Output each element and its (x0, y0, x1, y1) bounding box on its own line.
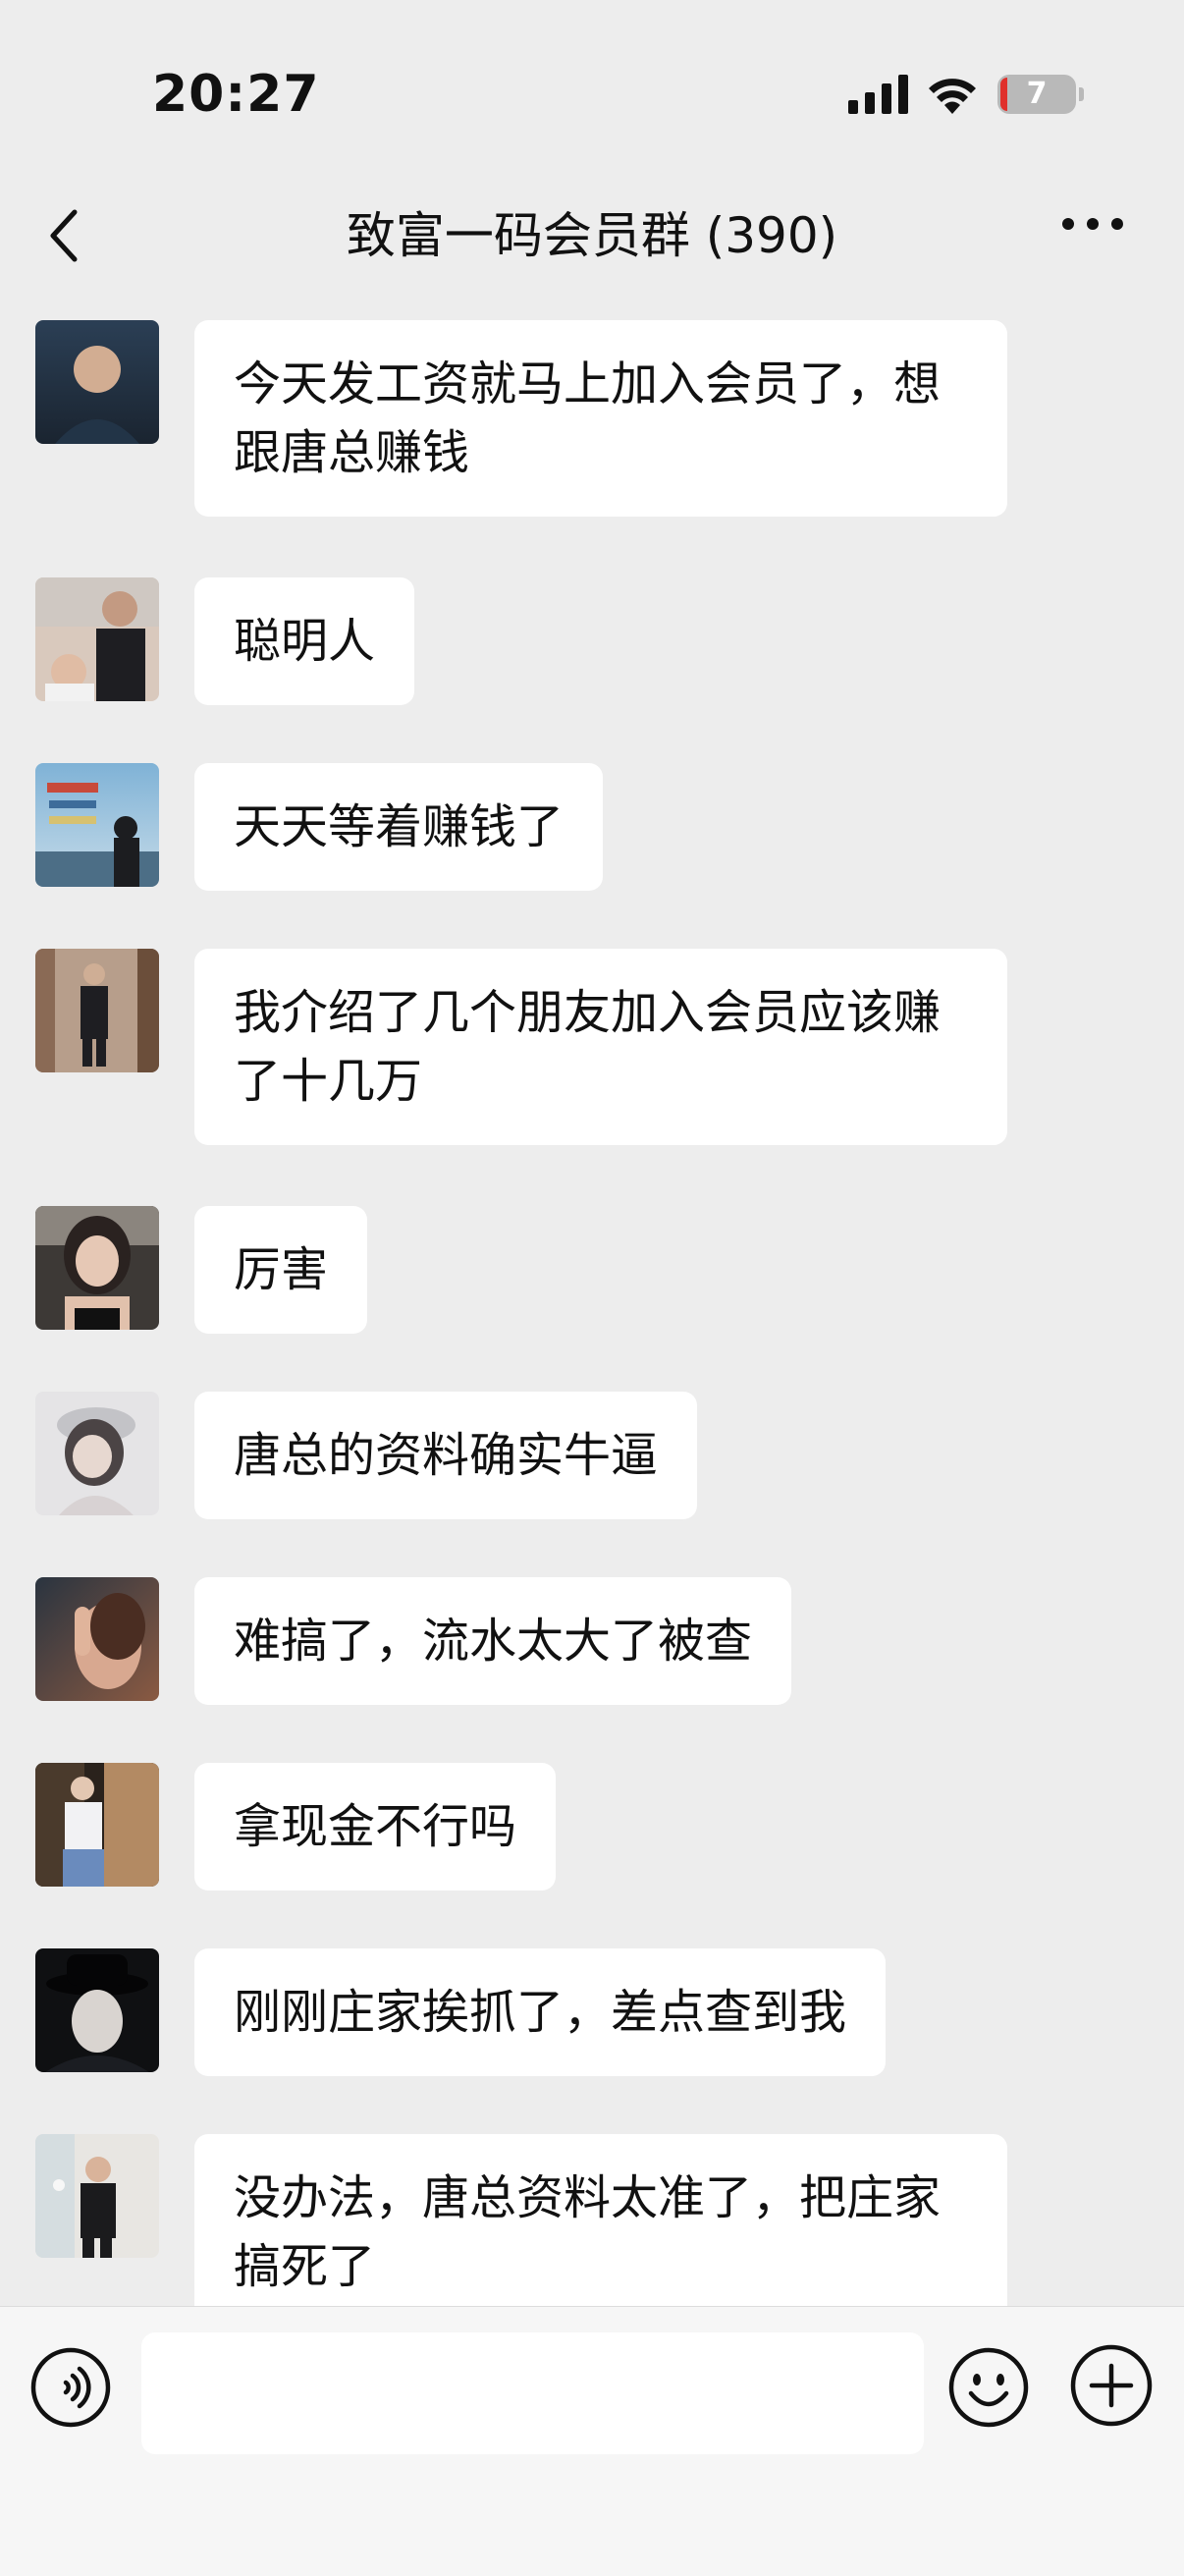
cellular-signal-icon (848, 75, 908, 114)
message-bubble[interactable]: 天天等着赚钱了 (194, 763, 604, 891)
chat-message-list[interactable]: 今天发工资就马上加入会员了，想跟唐总赚钱 聪明人 天天等着赚钱了 我介绍了几个朋… (0, 295, 1184, 2306)
avatar[interactable] (35, 1948, 159, 2072)
avatar[interactable] (35, 949, 159, 1072)
message-bubble[interactable]: 今天发工资就马上加入会员了，想跟唐总赚钱 (194, 320, 1007, 517)
avatar[interactable] (35, 1577, 159, 1701)
message-bubble[interactable]: 拿现金不行吗 (194, 1763, 557, 1891)
battery-level: 7 (1026, 77, 1048, 111)
message-bubble[interactable]: 没办法，唐总资料太准了，把庄家搞死了 (194, 2134, 1007, 2306)
message-input[interactable] (141, 2332, 924, 2454)
wifi-icon (929, 79, 976, 114)
avatar[interactable] (35, 763, 159, 887)
voice-icon[interactable] (29, 2346, 112, 2429)
page-title: 致富一码会员群 (390) (346, 207, 838, 264)
avatar[interactable] (35, 1763, 159, 1887)
nav-bar: 致富一码会员群 (390) (0, 177, 1184, 295)
avatar[interactable] (35, 1206, 159, 1330)
message-bubble[interactable]: 厉害 (194, 1206, 368, 1334)
plus-icon[interactable] (1068, 2342, 1155, 2429)
avatar[interactable] (35, 1392, 159, 1515)
message-bubble[interactable]: 难搞了，流水太大了被查 (194, 1577, 792, 1705)
avatar[interactable] (35, 2134, 159, 2258)
message-bubble[interactable]: 聪明人 (194, 577, 415, 705)
more-dots-icon[interactable] (1060, 216, 1125, 232)
status-time: 20:27 (152, 65, 320, 124)
emoji-icon[interactable] (947, 2346, 1030, 2429)
avatar[interactable] (35, 577, 159, 701)
chevron-left-icon[interactable] (45, 208, 84, 263)
avatar[interactable] (35, 320, 159, 444)
message-bubble[interactable]: 刚刚庄家挨抓了，差点查到我 (194, 1948, 887, 2076)
battery-icon: 7 (997, 75, 1076, 114)
message-bubble[interactable]: 我介绍了几个朋友加入会员应该赚了十几万 (194, 949, 1007, 1145)
battery-cap (1079, 87, 1084, 101)
status-bar: 20:27 7 (0, 0, 1184, 177)
message-bubble[interactable]: 唐总的资料确实牛逼 (194, 1392, 698, 1519)
chat-input-bar (0, 2306, 1184, 2576)
